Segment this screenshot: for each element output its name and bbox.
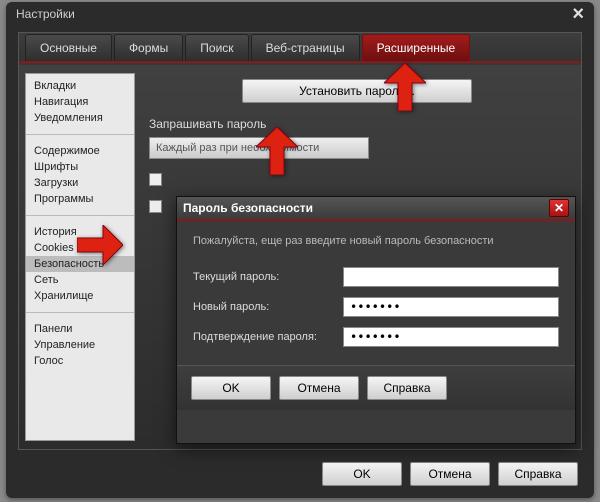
checkbox-1[interactable] bbox=[149, 173, 162, 186]
sidebar-item-programs[interactable]: Программы bbox=[26, 191, 134, 207]
password-dialog: Пароль безопасности ✕ Пожалуйста, еще ра… bbox=[176, 196, 576, 444]
dialog-cancel-button[interactable]: Отмена bbox=[279, 376, 359, 400]
current-password-input[interactable] bbox=[343, 267, 559, 287]
checkbox-2[interactable] bbox=[149, 200, 162, 213]
dialog-close-icon[interactable]: ✕ bbox=[549, 199, 569, 217]
sidebar-item-network[interactable]: Сеть bbox=[26, 272, 134, 288]
dialog-message: Пожалуйста, еще раз введите новый пароль… bbox=[193, 235, 559, 247]
tab-webpages[interactable]: Веб-страницы bbox=[251, 34, 360, 61]
tab-search[interactable]: Поиск bbox=[185, 34, 248, 61]
sidebar-item-notifications[interactable]: Уведомления bbox=[26, 110, 134, 126]
checkbox-row-1 bbox=[149, 173, 573, 186]
tab-basic[interactable]: Основные bbox=[25, 34, 112, 61]
sidebar-item-content[interactable]: Содержимое bbox=[26, 143, 134, 159]
sidebar-item-downloads[interactable]: Загрузки bbox=[26, 175, 134, 191]
sidebar-item-fonts[interactable]: Шрифты bbox=[26, 159, 134, 175]
tabs-bar: Основные Формы Поиск Веб-страницы Расшир… bbox=[19, 33, 581, 63]
window-title: Настройки bbox=[16, 7, 75, 21]
sidebar-item-tabs[interactable]: Вкладки bbox=[26, 78, 134, 94]
confirm-password-input[interactable] bbox=[343, 327, 559, 347]
footer-help-button[interactable]: Справка bbox=[498, 462, 578, 486]
tab-advanced[interactable]: Расширенные bbox=[362, 34, 471, 61]
sidebar-item-storage[interactable]: Хранилище bbox=[26, 288, 134, 304]
dialog-titlebar: Пароль безопасности ✕ bbox=[177, 197, 575, 221]
dialog-title: Пароль безопасности bbox=[183, 201, 313, 215]
tab-forms[interactable]: Формы bbox=[114, 34, 183, 61]
dialog-help-button[interactable]: Справка bbox=[367, 376, 447, 400]
close-icon[interactable]: × bbox=[572, 7, 584, 21]
sidebar-item-navigation[interactable]: Навигация bbox=[26, 94, 134, 110]
titlebar: Настройки × bbox=[6, 2, 594, 26]
new-password-label: Новый пароль: bbox=[193, 301, 343, 313]
sidebar-item-cookies[interactable]: Cookies bbox=[26, 240, 134, 256]
sidebar-item-security[interactable]: Безопасность bbox=[26, 256, 134, 272]
confirm-password-label: Подтверждение пароля: bbox=[193, 331, 343, 343]
sidebar-item-voice[interactable]: Голос bbox=[26, 353, 134, 369]
footer-buttons: OK Отмена Справка bbox=[322, 462, 578, 486]
ask-password-label: Запрашивать пароль bbox=[149, 117, 573, 131]
sidebar-item-management[interactable]: Управление bbox=[26, 337, 134, 353]
footer-ok-button[interactable]: OK bbox=[322, 462, 402, 486]
set-password-button[interactable]: Установить пароль... bbox=[242, 79, 472, 103]
new-password-input[interactable] bbox=[343, 297, 559, 317]
sidebar: Вкладки Навигация Уведомления Содержимое… bbox=[25, 73, 135, 441]
sidebar-item-history[interactable]: История bbox=[26, 224, 134, 240]
footer-cancel-button[interactable]: Отмена bbox=[410, 462, 490, 486]
dialog-ok-button[interactable]: OK bbox=[191, 376, 271, 400]
dialog-buttons: OK Отмена Справка bbox=[177, 365, 575, 410]
dialog-body: Пожалуйста, еще раз введите новый пароль… bbox=[177, 221, 575, 365]
current-password-label: Текущий пароль: bbox=[193, 271, 343, 283]
sidebar-item-panels[interactable]: Панели bbox=[26, 321, 134, 337]
ask-password-select[interactable] bbox=[149, 137, 369, 159]
